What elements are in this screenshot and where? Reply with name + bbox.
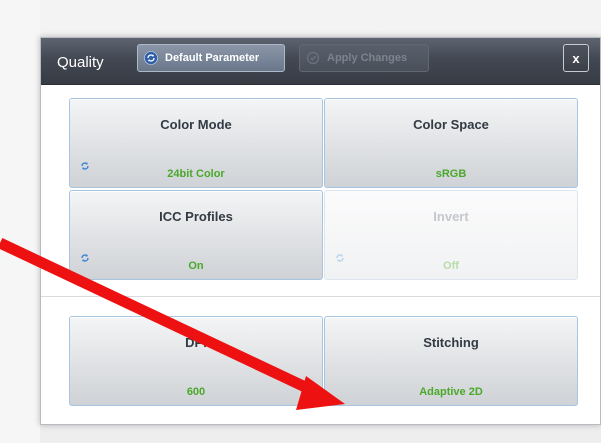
tile-label: Invert bbox=[433, 209, 469, 224]
refresh-icon bbox=[144, 51, 158, 65]
tile-label: Color Mode bbox=[160, 117, 232, 132]
default-parameter-label: Default Parameter bbox=[165, 52, 260, 64]
icc-profiles-tile[interactable]: ICC Profiles On bbox=[69, 190, 323, 280]
tile-value: Off bbox=[443, 260, 459, 272]
default-parameter-button[interactable]: Default Parameter bbox=[137, 44, 285, 72]
apply-changes-button[interactable]: Apply Changes bbox=[299, 44, 429, 72]
background-panel bbox=[0, 0, 40, 443]
quality-dialog: Quality Default Parameter Apply Changes … bbox=[40, 37, 601, 425]
dialog-titlebar: Quality Default Parameter Apply Changes … bbox=[41, 38, 600, 85]
color-space-tile[interactable]: Color Space sRGB bbox=[324, 98, 578, 188]
section-divider bbox=[41, 296, 600, 297]
tile-label: DPI bbox=[185, 335, 207, 350]
close-button[interactable]: x bbox=[563, 44, 589, 72]
tile-value: On bbox=[188, 260, 204, 272]
tile-label: Color Space bbox=[413, 117, 489, 132]
tile-label: Stitching bbox=[423, 335, 479, 350]
invert-tile: Invert Off bbox=[324, 190, 578, 280]
tile-value: 600 bbox=[186, 386, 206, 398]
tile-label: ICC Profiles bbox=[159, 209, 233, 224]
stitching-tile[interactable]: Stitching Adaptive 2D bbox=[324, 316, 578, 406]
tile-value: sRGB bbox=[435, 168, 467, 180]
dialog-title: Quality bbox=[57, 54, 104, 71]
dpi-tile[interactable]: DPI 600 bbox=[69, 316, 323, 406]
color-mode-tile[interactable]: Color Mode 24bit Color bbox=[69, 98, 323, 188]
apply-icon bbox=[306, 51, 320, 65]
tile-value: Adaptive 2D bbox=[419, 386, 483, 398]
apply-changes-label: Apply Changes bbox=[327, 52, 408, 64]
tile-value: 24bit Color bbox=[167, 168, 225, 180]
close-icon: x bbox=[572, 50, 580, 66]
